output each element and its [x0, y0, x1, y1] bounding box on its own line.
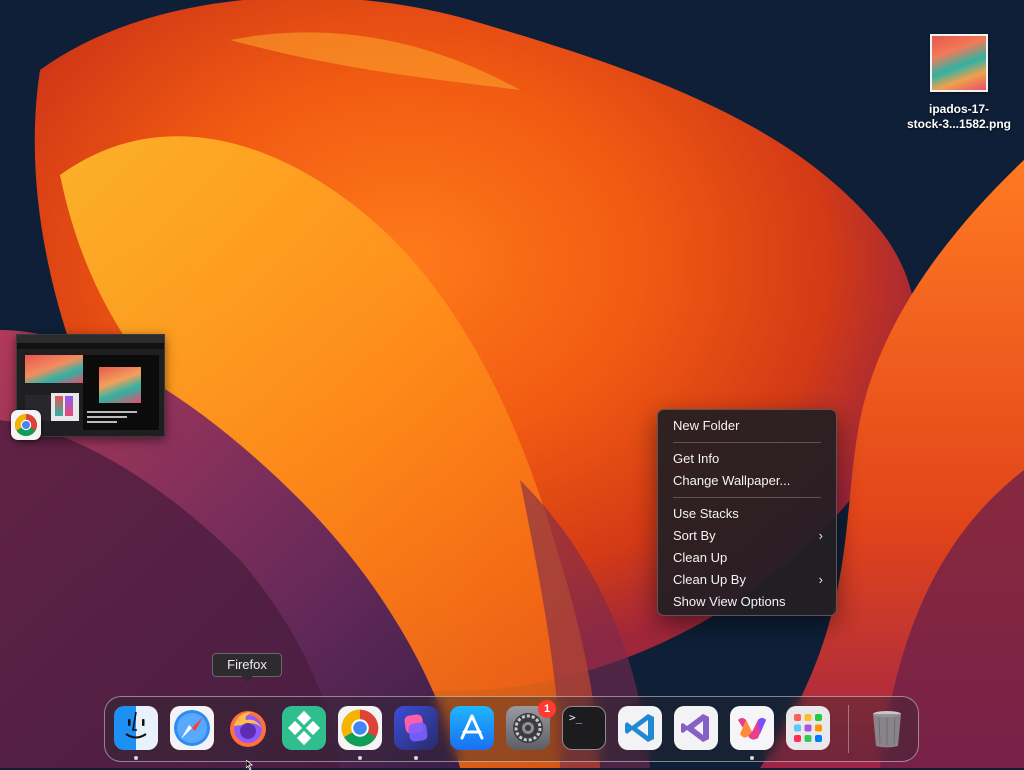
visual-studio-logo	[681, 714, 709, 742]
vscode-icon[interactable]	[618, 706, 662, 750]
launchpad-icon[interactable]	[786, 706, 830, 750]
menu-item-label: Get Info	[673, 451, 720, 466]
menu-item-new-folder[interactable]: New Folder	[663, 415, 831, 437]
firefox-icon[interactable]	[226, 706, 270, 750]
running-indicator	[134, 756, 138, 760]
system-settings-icon[interactable]: 1	[506, 700, 556, 750]
trash-can-icon	[873, 711, 901, 748]
diamond-grid-icon	[287, 710, 321, 746]
compass-icon	[174, 710, 210, 746]
menu-item-label: Use Stacks	[673, 506, 739, 521]
preview-text-line	[87, 416, 127, 418]
chrome-icon[interactable]	[11, 410, 41, 440]
preview-toolbar	[17, 343, 164, 349]
vscode-logo	[625, 714, 654, 742]
menu-item-use-stacks[interactable]: Use Stacks	[663, 503, 831, 525]
chrome-logo	[341, 709, 379, 747]
finder-face	[125, 711, 147, 739]
menu-item-clean-up[interactable]: Clean Up	[663, 547, 831, 569]
safari-icon[interactable]	[170, 706, 214, 750]
preview-tab-bar	[17, 335, 164, 343]
app-store-icon[interactable]	[450, 706, 494, 750]
office-icon[interactable]	[730, 706, 774, 750]
running-indicator	[414, 756, 418, 760]
dock-separator	[848, 705, 849, 753]
dock: 1 >_	[104, 696, 919, 762]
app-store-a-icon	[460, 714, 484, 740]
chevron-right-icon: ›	[818, 572, 823, 587]
menu-item-label: Clean Up	[673, 550, 728, 565]
menu-item-label: Change Wallpaper...	[673, 473, 791, 488]
desktop-file-name: ipados-17- stock-3...1582.png	[906, 102, 1012, 131]
menu-separator	[673, 497, 821, 498]
trash-icon[interactable]	[865, 706, 909, 750]
menu-item-show-view-options[interactable]: Show View Options	[663, 591, 831, 613]
menu-item-change-wallpaper[interactable]: Change Wallpaper...	[663, 470, 831, 492]
dock-tooltip: Firefox	[212, 653, 282, 682]
menu-item-label: Sort By	[673, 528, 716, 543]
preview-thumbnail	[25, 355, 83, 383]
tableplus-icon[interactable]	[282, 706, 326, 750]
chrome-logo	[15, 414, 37, 436]
app-grid-icon	[794, 714, 822, 742]
terminal-prompt: >_	[569, 711, 583, 724]
menu-item-label: Clean Up By	[673, 572, 746, 587]
menu-item-label: New Folder	[673, 418, 740, 433]
preview-image	[99, 367, 141, 403]
menu-item-clean-up-by[interactable]: Clean Up By ›	[663, 569, 831, 591]
desktop-context-menu: New Folder Get Info Change Wallpaper... …	[657, 409, 837, 616]
image-thumbnail-icon	[930, 34, 988, 92]
layers-icon	[404, 714, 428, 742]
preview-thumbnail-stripe	[65, 396, 73, 416]
terminal-icon[interactable]: >_	[562, 706, 606, 750]
preview-text-line	[87, 421, 117, 423]
finder-icon[interactable]	[114, 706, 158, 750]
preview-text-line	[87, 411, 137, 413]
mouse-cursor-icon	[246, 760, 254, 770]
preview-main-image	[83, 355, 159, 430]
shortcuts-icon[interactable]	[394, 706, 438, 750]
menu-separator	[673, 442, 821, 443]
menu-item-get-info[interactable]: Get Info	[663, 448, 831, 470]
chrome-icon[interactable]	[338, 706, 382, 750]
running-indicator	[750, 756, 754, 760]
visual-studio-icon[interactable]	[674, 706, 718, 750]
preview-thumbnail-stripe	[55, 396, 63, 416]
notification-badge: 1	[538, 700, 556, 718]
desktop-file-icon[interactable]: ipados-17- stock-3...1582.png	[896, 34, 1022, 132]
chevron-right-icon: ›	[818, 528, 823, 543]
running-indicator	[358, 756, 362, 760]
office-logo	[738, 718, 766, 740]
menu-item-sort-by[interactable]: Sort By ›	[663, 525, 831, 547]
firefox-logo	[230, 711, 266, 747]
menu-item-label: Show View Options	[673, 594, 786, 609]
